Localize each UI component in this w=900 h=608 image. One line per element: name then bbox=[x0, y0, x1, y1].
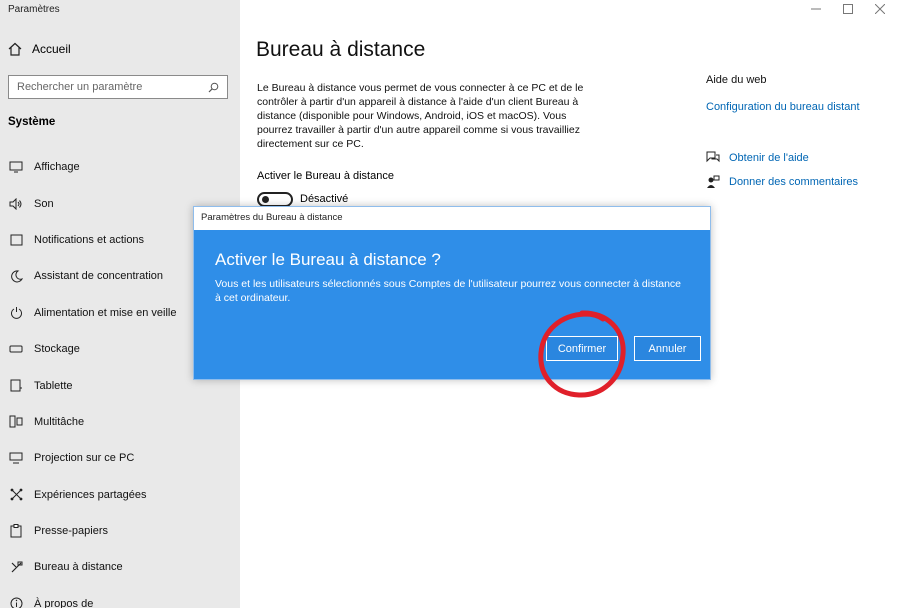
sidebar-item-label: Multitâche bbox=[34, 415, 85, 428]
dialog-message: Vous et les utilisateurs sélectionnés so… bbox=[215, 278, 682, 304]
get-help-link[interactable]: Obtenir de l'aide bbox=[706, 151, 809, 164]
dialog-title: Paramètres du Bureau à distance bbox=[194, 207, 710, 230]
close-icon[interactable] bbox=[864, 2, 896, 16]
search-placeholder: Rechercher un paramètre bbox=[17, 81, 143, 93]
sidebar-item-affichage[interactable]: Affichage bbox=[0, 149, 240, 185]
window-controls bbox=[800, 2, 896, 16]
projection-icon bbox=[8, 450, 24, 466]
sidebar-item-label: À propos de bbox=[34, 597, 94, 608]
chat-help-icon bbox=[706, 151, 720, 163]
confirm-button[interactable]: Confirmer bbox=[546, 336, 618, 361]
home-nav-item[interactable]: Accueil bbox=[8, 42, 71, 56]
info-icon bbox=[8, 596, 24, 608]
remote-desktop-icon bbox=[8, 559, 24, 575]
dialog-heading: Activer le Bureau à distance ? bbox=[215, 250, 441, 269]
sidebar-item-experiences-partagees[interactable]: Expériences partagées bbox=[0, 477, 240, 513]
cancel-button[interactable]: Annuler bbox=[634, 336, 701, 361]
help-panel: Aide du web Configuration du bureau dist… bbox=[706, 74, 896, 188]
sidebar-item-presse-papiers[interactable]: Presse-papiers bbox=[0, 513, 240, 549]
toggle-state: Désactivé bbox=[300, 193, 349, 205]
app-title: Paramètres bbox=[8, 4, 60, 15]
multitask-icon bbox=[8, 414, 24, 430]
sidebar-item-label: Tablette bbox=[34, 379, 73, 392]
page-description: Le Bureau à distance vous permet de vous… bbox=[257, 82, 584, 150]
clipboard-icon bbox=[8, 523, 24, 539]
sidebar-item-projection[interactable]: Projection sur ce PC bbox=[0, 440, 240, 476]
home-icon bbox=[8, 42, 22, 56]
storage-icon bbox=[8, 341, 24, 357]
power-icon bbox=[8, 305, 24, 321]
maximize-icon[interactable] bbox=[832, 2, 864, 16]
display-icon bbox=[8, 159, 24, 175]
search-input[interactable]: Rechercher un paramètre bbox=[8, 75, 228, 99]
minimize-icon[interactable] bbox=[800, 2, 832, 16]
notifications-icon bbox=[8, 232, 24, 248]
remote-desktop-toggle[interactable] bbox=[257, 192, 293, 207]
feedback-label: Donner des commentaires bbox=[729, 176, 859, 188]
help-title: Aide du web bbox=[706, 74, 767, 86]
sidebar-item-label: Presse-papiers bbox=[34, 525, 108, 538]
sidebar-item-label: Alimentation et mise en veille bbox=[34, 306, 177, 319]
sidebar-item-label: Bureau à distance bbox=[34, 561, 123, 574]
sound-icon bbox=[8, 196, 24, 212]
sidebar-item-a-propos[interactable]: À propos de bbox=[0, 586, 240, 608]
home-label: Accueil bbox=[32, 42, 71, 56]
section-heading: Système bbox=[8, 116, 56, 128]
feedback-link[interactable]: Donner des commentaires bbox=[706, 175, 858, 189]
sidebar-item-multitache[interactable]: Multitâche bbox=[0, 404, 240, 440]
help-link-configuration[interactable]: Configuration du bureau distant bbox=[706, 101, 860, 113]
page-title: Bureau à distance bbox=[256, 38, 426, 61]
get-help-label: Obtenir de l'aide bbox=[729, 151, 809, 164]
feedback-icon bbox=[707, 175, 720, 188]
sidebar-item-label: Stockage bbox=[34, 343, 80, 356]
sidebar-item-label: Assistant de concentration bbox=[34, 270, 164, 283]
sidebar-item-label: Son bbox=[34, 197, 54, 210]
moon-icon bbox=[8, 268, 24, 284]
toggle-knob bbox=[262, 196, 269, 203]
sidebar-item-label: Expériences partagées bbox=[34, 488, 147, 501]
sidebar-item-label: Projection sur ce PC bbox=[34, 452, 135, 465]
shared-icon bbox=[8, 487, 24, 503]
sidebar-item-label: Notifications et actions bbox=[34, 233, 145, 246]
sidebar-item-label: Affichage bbox=[34, 161, 80, 174]
tablet-icon bbox=[8, 378, 24, 394]
toggle-label: Activer le Bureau à distance bbox=[257, 170, 394, 182]
search-icon bbox=[208, 82, 219, 92]
sidebar-item-bureau-a-distance[interactable]: Bureau à distance bbox=[0, 549, 240, 585]
remote-desktop-dialog: Paramètres du Bureau à distance Activer … bbox=[193, 206, 711, 380]
